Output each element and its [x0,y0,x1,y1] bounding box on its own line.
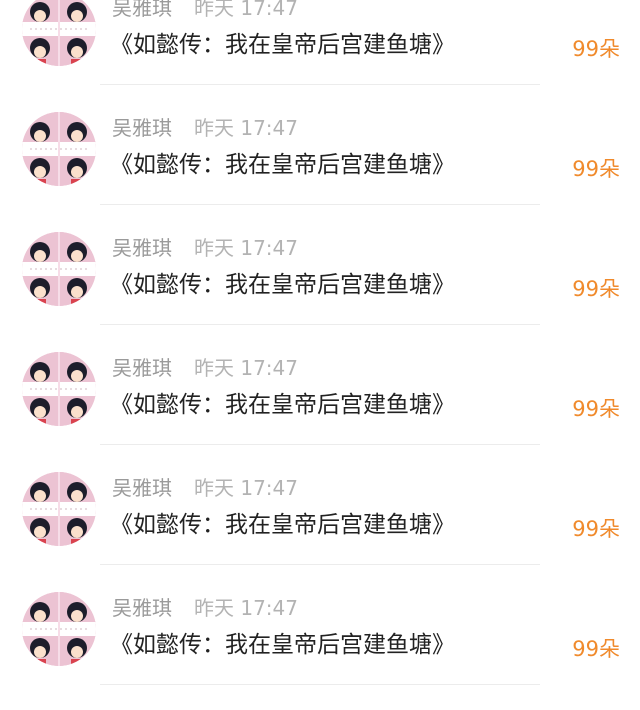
cartoon-girls-avatar-icon[interactable] [22,232,96,306]
book-title[interactable]: 《如懿传：我在皇帝后宫建鱼塘》 [110,30,455,60]
sender-name[interactable]: 吴雅琪 [112,596,172,620]
timestamp: 昨天 17:47 [194,596,298,620]
cartoon-girls-avatar-icon[interactable] [22,592,96,666]
flower-count: 99朵 [572,397,620,421]
list-item[interactable]: 吴雅琪 昨天 17:47 《如懿传：我在皇帝后宫建鱼塘》 99朵 [0,76,640,205]
timestamp: 昨天 17:47 [194,356,298,380]
list-item[interactable]: 吴雅琪 昨天 17:47 《如懿传：我在皇帝后宫建鱼塘》 99朵 [0,196,640,325]
timestamp: 昨天 17:47 [194,236,298,260]
list-item[interactable]: 吴雅琪 昨天 17:47 《如懿传：我在皇帝后宫建鱼塘》 99朵 [0,316,640,445]
sender-name[interactable]: 吴雅琪 [112,116,172,140]
gift-record-list: 吴雅琪 昨天 17:47 《如懿传：我在皇帝后宫建鱼塘》 99朵 吴雅琪 昨天 … [0,0,640,685]
sender-name[interactable]: 吴雅琪 [112,356,172,380]
flower-count: 99朵 [572,157,620,181]
book-title[interactable]: 《如懿传：我在皇帝后宫建鱼塘》 [110,390,455,420]
list-item[interactable]: 吴雅琪 昨天 17:47 《如懿传：我在皇帝后宫建鱼塘》 99朵 [0,0,640,85]
cartoon-girls-avatar-icon[interactable] [22,472,96,546]
book-title[interactable]: 《如懿传：我在皇帝后宫建鱼塘》 [110,270,455,300]
book-title[interactable]: 《如懿传：我在皇帝后宫建鱼塘》 [110,510,455,540]
cartoon-girls-avatar-icon[interactable] [22,112,96,186]
sender-name[interactable]: 吴雅琪 [112,476,172,500]
book-title[interactable]: 《如懿传：我在皇帝后宫建鱼塘》 [110,630,455,660]
cartoon-girls-avatar-icon[interactable] [22,0,96,66]
flower-count: 99朵 [572,37,620,61]
book-title[interactable]: 《如懿传：我在皇帝后宫建鱼塘》 [110,150,455,180]
flower-count: 99朵 [572,277,620,301]
flower-count: 99朵 [572,517,620,541]
list-item[interactable]: 吴雅琪 昨天 17:47 《如懿传：我在皇帝后宫建鱼塘》 99朵 [0,436,640,565]
timestamp: 昨天 17:47 [194,116,298,140]
sender-name[interactable]: 吴雅琪 [112,0,172,20]
cartoon-girls-avatar-icon[interactable] [22,352,96,426]
list-item[interactable]: 吴雅琪 昨天 17:47 《如懿传：我在皇帝后宫建鱼塘》 99朵 [0,556,640,685]
flower-count: 99朵 [572,637,620,661]
timestamp: 昨天 17:47 [194,0,298,20]
timestamp: 昨天 17:47 [194,476,298,500]
sender-name[interactable]: 吴雅琪 [112,236,172,260]
divider [100,684,540,685]
